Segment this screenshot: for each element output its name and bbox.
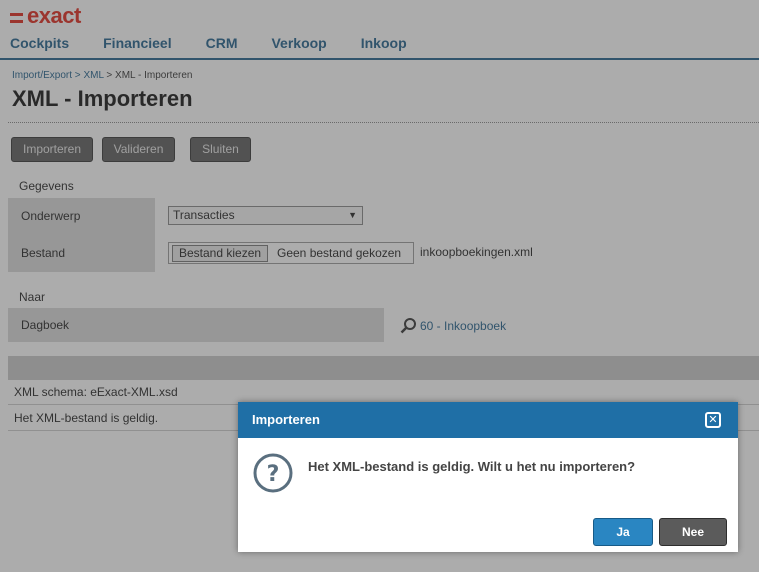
dialog-message: Het XML-bestand is geldig. Wilt u het nu… [308, 459, 636, 474]
close-icon[interactable]: ✕ [705, 412, 721, 428]
svg-text:?: ? [267, 462, 280, 487]
dialog-header: Importeren [238, 402, 738, 438]
question-icon: ? [253, 453, 293, 493]
yes-button[interactable]: Ja [593, 518, 653, 546]
no-button[interactable]: Nee [659, 518, 727, 546]
import-dialog: Importeren ✕ ? Het XML-bestand is geldig… [238, 402, 738, 552]
dialog-title: Importeren [252, 412, 320, 427]
